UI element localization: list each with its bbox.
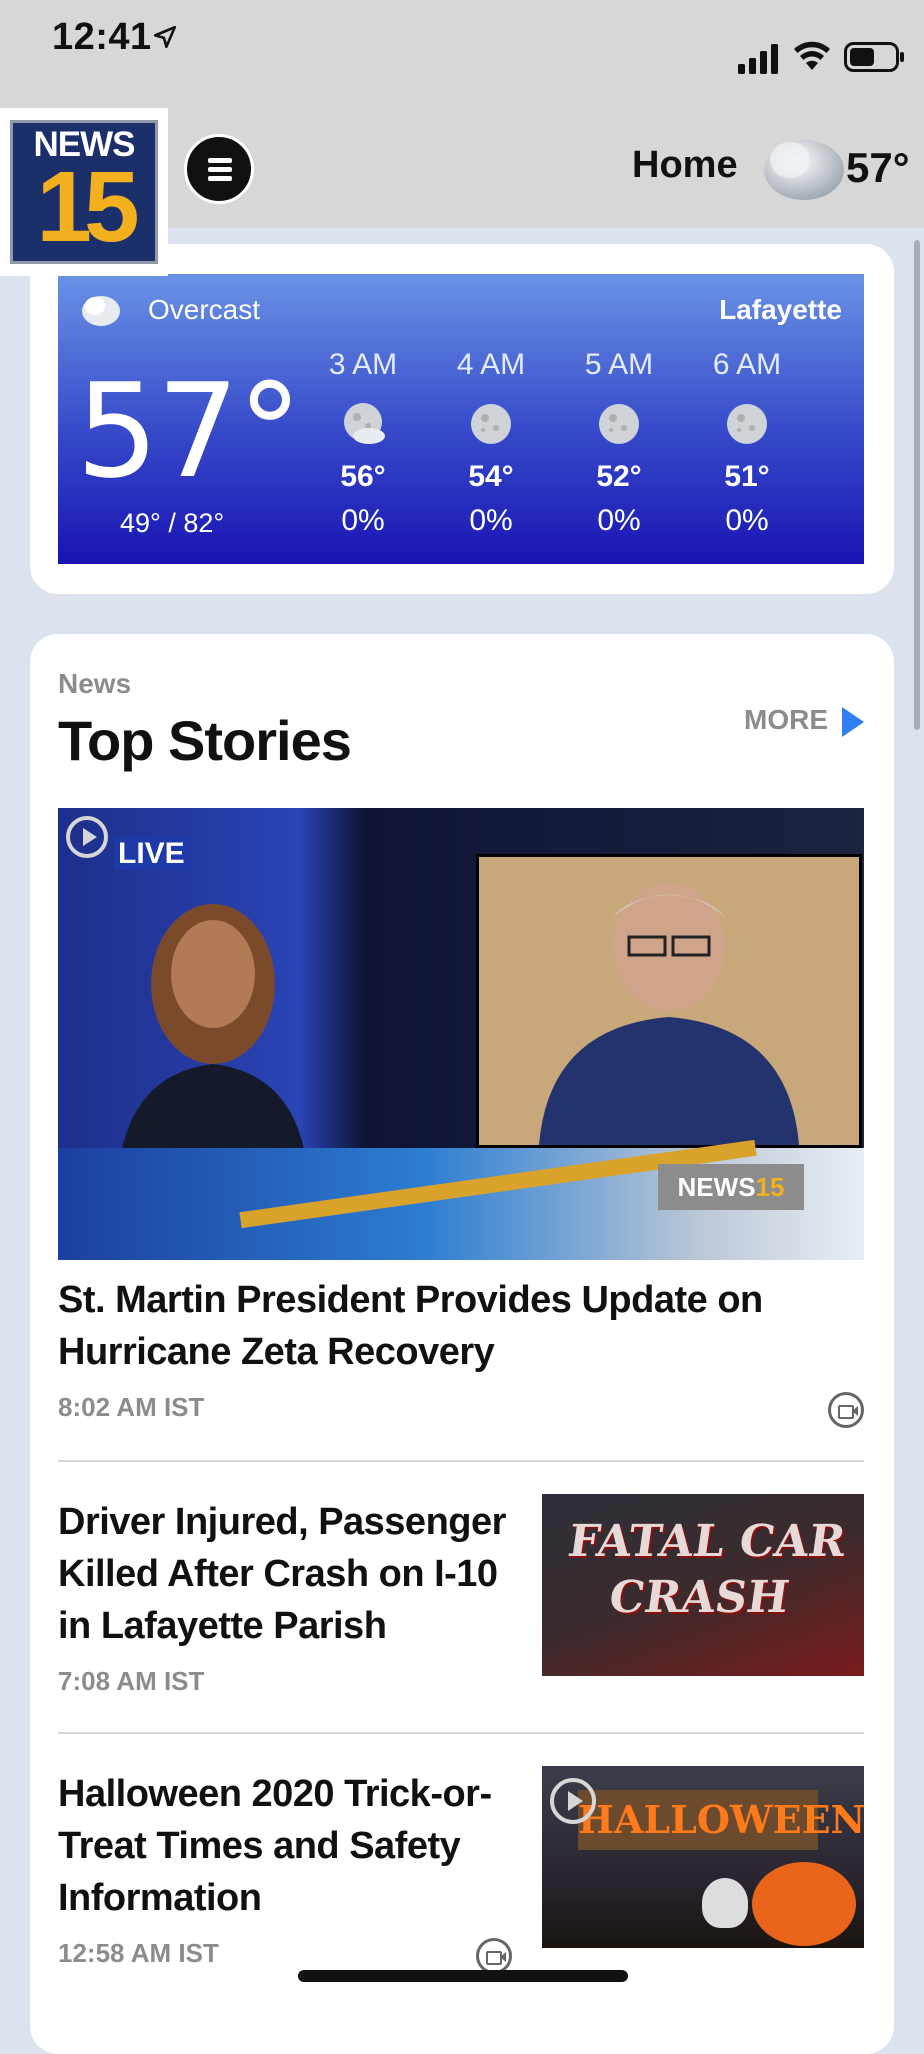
thumbnail-text: FATAL CAR CRASH — [564, 1516, 850, 1623]
play-icon — [66, 816, 108, 858]
news-anchor-image — [118, 904, 308, 1174]
pumpkin-graphic — [752, 1862, 856, 1946]
logo-number: 15 — [36, 151, 139, 263]
forecast-hour: 4 AM — [456, 348, 526, 381]
section-label: News — [58, 668, 132, 699]
overcast-icon — [82, 296, 120, 326]
section-title: Top Stories — [58, 709, 352, 772]
story-headline[interactable]: Driver Injured, Passenger Killed After C… — [58, 1496, 518, 1652]
story-time: 8:02 AM IST — [58, 1392, 205, 1422]
hero-video-thumbnail[interactable]: NEWS15 LIVE — [58, 808, 864, 1260]
top-stories-card: News Top Stories MORE NEWS15 LIVE St. Ma… — [30, 634, 894, 2054]
hourly-forecast-item: 4 AM 54° 0% — [436, 348, 546, 538]
skull-graphic — [702, 1878, 748, 1928]
forecast-hour: 6 AM — [712, 348, 782, 381]
weather-panel[interactable]: Overcast Lafayette 57° 49° / 82° 3 AM 56… — [58, 274, 864, 564]
battery-icon — [844, 42, 904, 72]
remote-guest-frame — [476, 854, 862, 1148]
divider — [58, 1732, 864, 1734]
forecast-hour: 3 AM — [328, 348, 398, 381]
home-label[interactable]: Home — [632, 144, 738, 187]
guest-image — [539, 883, 799, 1145]
forecast-precip: 0% — [469, 504, 513, 537]
hourly-forecast-item: 6 AM 51° 0% — [692, 348, 802, 538]
forecast-temp: 52° — [596, 460, 642, 493]
story-time: 12:58 AM IST — [58, 1938, 219, 1968]
more-link[interactable]: MORE — [744, 704, 864, 737]
home-indicator[interactable] — [298, 1970, 628, 1982]
signal-icon — [738, 44, 778, 74]
play-icon[interactable] — [550, 1778, 596, 1824]
moon-cloud-icon — [344, 403, 385, 444]
story-time: 7:08 AM IST — [58, 1666, 205, 1696]
video-icon — [476, 1938, 512, 1974]
moon-icon — [727, 404, 767, 444]
forecast-temp: 54° — [468, 460, 514, 493]
forecast-precip: 0% — [341, 504, 385, 537]
location-arrow-icon — [153, 25, 177, 49]
cloud-icon[interactable] — [760, 126, 848, 206]
hourly-forecast-item: 5 AM 52° 0% — [564, 348, 674, 538]
story-thumbnail[interactable]: HALLOWEEN — [542, 1766, 864, 1948]
forecast-hour: 5 AM — [584, 348, 654, 381]
header-temperature[interactable]: 57° — [846, 144, 910, 192]
forecast-temp: 51° — [724, 460, 770, 493]
status-time: 12:41 — [52, 16, 152, 58]
play-arrow-icon — [842, 706, 864, 737]
divider — [58, 1460, 864, 1462]
menu-button[interactable] — [184, 134, 254, 204]
weather-condition: Overcast — [148, 294, 261, 325]
news15-logo[interactable]: NEWS 15 — [0, 108, 168, 276]
moon-icon — [471, 404, 511, 444]
story-headline[interactable]: Halloween 2020 Trick-or-Treat Times and … — [58, 1768, 518, 1924]
more-label: MORE — [744, 704, 828, 735]
forecast-precip: 0% — [725, 504, 769, 537]
forecast-precip: 0% — [597, 504, 641, 537]
weather-city: Lafayette — [719, 294, 842, 325]
live-label: LIVE — [114, 836, 189, 870]
forecast-temp: 56° — [340, 460, 386, 493]
wifi-icon — [794, 41, 830, 70]
moon-icon — [599, 404, 639, 444]
story-headline[interactable]: St. Martin President Provides Update on … — [58, 1274, 864, 1378]
story-thumbnail[interactable]: FATAL CAR CRASH — [542, 1494, 864, 1676]
hourly-forecast-item: 3 AM 56° 0% — [308, 348, 418, 538]
weather-card[interactable]: Overcast Lafayette 57° 49° / 82° 3 AM 56… — [30, 244, 894, 594]
temperature-range: 49° / 82° — [120, 508, 225, 538]
scrollbar[interactable] — [914, 240, 920, 730]
thumbnail-text: HALLOWEEN — [578, 1790, 864, 1850]
video-icon — [828, 1392, 864, 1428]
hero-news15-logo: NEWS15 — [658, 1164, 804, 1210]
live-badge: LIVE — [66, 816, 189, 870]
current-temperature: 57° — [76, 355, 302, 507]
